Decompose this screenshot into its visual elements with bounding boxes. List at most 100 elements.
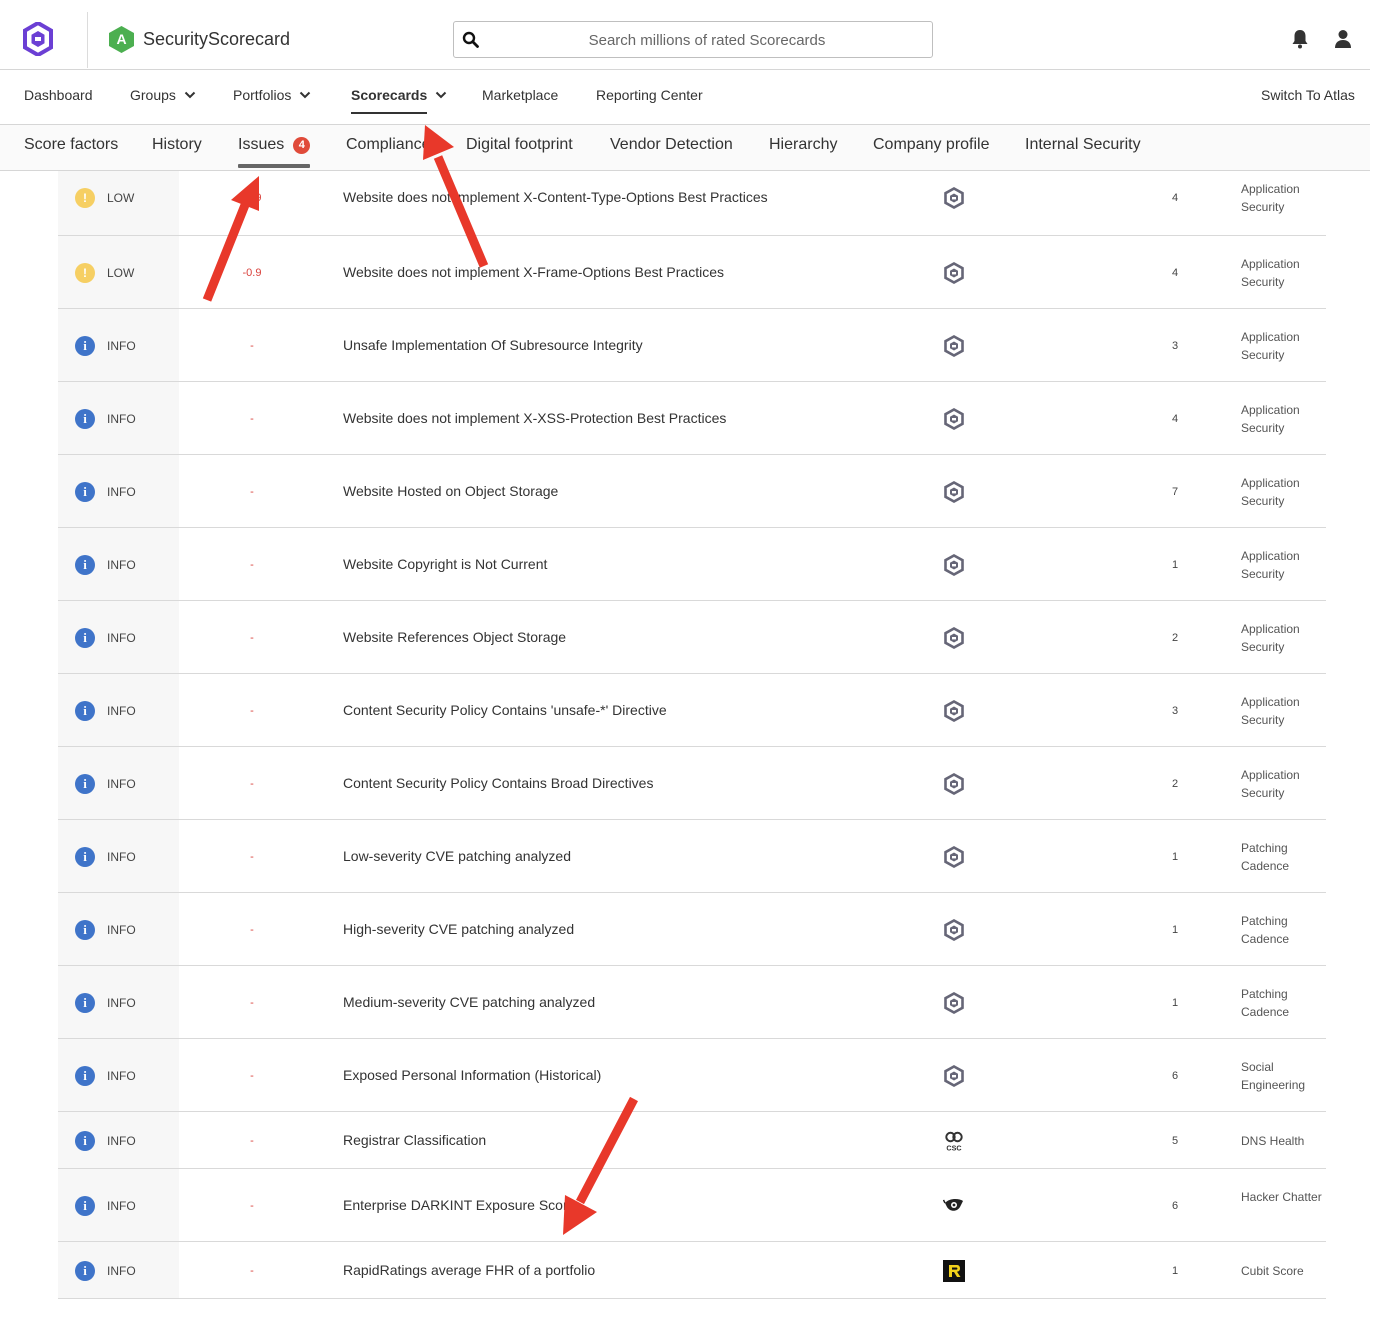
factor-name: Patching Cadence [1241,987,1290,1019]
severity-label: INFO [107,850,136,864]
factor-name: Application Security [1241,695,1300,727]
securityscorecard-logo-icon[interactable] [22,22,54,56]
tab-history[interactable]: History [152,136,202,154]
factor-name: Application Security [1241,182,1300,214]
table-row[interactable]: i INFO - Content Security Policy Contains '… [58,674,1326,747]
issue-title-link[interactable]: Website Copyright is Not Current [343,556,547,572]
issue-title-link[interactable]: Website does not implement X-Content-Typ… [343,189,768,205]
tab-issues-label: Issues [238,136,285,153]
tab-vendor-detection-label: Vendor Detection [610,136,733,153]
ssc-hex-icon [943,481,965,503]
nav-active-underline [351,112,427,114]
nav-reporting-center[interactable]: Reporting Center [596,87,703,103]
user-icon[interactable] [1333,29,1353,49]
table-row[interactable]: i INFO - Website References Object Storage 2… [58,601,1326,674]
nav-scorecards[interactable]: Scorecards [351,87,447,103]
tab-hierarchy-label: Hierarchy [769,136,838,153]
issue-title-link[interactable]: Website References Object Storage [343,629,566,645]
table-row[interactable]: ! LOW -0.9 Website does not implement X-Fra… [58,236,1326,309]
issue-title-link[interactable]: Enterprise DARKINT Exposure Score [343,1197,575,1213]
info-icon: i [75,1066,95,1086]
tab-compliance[interactable]: Compliance [346,136,430,154]
tab-issues[interactable]: Issues 4 [238,136,311,154]
table-row[interactable]: ! LOW -0.9 Website does not implement X-Con… [58,171,1326,236]
factor-name: Hacker Chatter [1241,1190,1322,1204]
search-box[interactable] [453,21,933,58]
severity-cell: i INFO [58,309,179,381]
nav-reporting-center-label: Reporting Center [596,87,703,103]
nav-dashboard[interactable]: Dashboard [24,87,93,103]
nav-groups-label: Groups [130,87,176,103]
nav-marketplace[interactable]: Marketplace [482,87,558,103]
issue-title-link[interactable]: High-severity CVE patching analyzed [343,921,574,937]
table-row[interactable]: i INFO - Unsafe Implementation Of Subresour… [58,309,1326,382]
table-row[interactable]: i INFO - Low-severity CVE patching analyzed… [58,820,1326,893]
finding-count: 2 [1171,778,1179,790]
info-icon: i [75,409,95,429]
nav-portfolios-label: Portfolios [233,87,292,103]
score-impact: - [250,705,254,717]
tab-internal-security[interactable]: Internal Security [1025,136,1141,154]
severity-label: INFO [107,631,136,645]
score-impact: - [250,559,254,571]
darkint-eye-icon [942,1195,965,1217]
nav-portfolios[interactable]: Portfolios [233,87,311,103]
issue-title-link[interactable]: Content Security Policy Contains Broad D… [343,775,653,791]
info-icon: i [75,920,95,940]
issues-table: ! LOW -0.9 Website does not implement X-Con… [58,171,1326,1299]
csc-icon: CSC [943,1130,965,1152]
tab-vendor-detection[interactable]: Vendor Detection [610,136,733,154]
switch-to-atlas-label: Switch To Atlas [1261,87,1355,103]
table-row[interactable]: i INFO - Exposed Personal Information (Hist… [58,1039,1326,1112]
score-impact: - [250,1070,254,1082]
issue-title-link[interactable]: Website does not implement X-XSS-Protect… [343,410,726,426]
issue-title-link[interactable]: Low-severity CVE patching analyzed [343,848,571,864]
table-row[interactable]: i INFO - Website Copyright is Not Current 1 A… [58,528,1326,601]
table-row[interactable]: i INFO - Content Security Policy Contains B… [58,747,1326,820]
table-row[interactable]: i INFO - RapidRatings average FHR of a port… [58,1242,1326,1299]
score-impact: - [250,924,254,936]
table-row[interactable]: i INFO - Enterprise DARKINT Exposure Score 6… [58,1169,1326,1242]
issue-title-link[interactable]: Website Hosted on Object Storage [343,483,558,499]
table-row[interactable]: i INFO - Registrar Classification CSC 5 DNS He… [58,1112,1326,1169]
finding-count: 1 [1171,1265,1179,1277]
search-icon [462,31,479,48]
tab-company-profile[interactable]: Company profile [873,136,990,154]
tab-company-profile-label: Company profile [873,136,990,153]
table-row[interactable]: i INFO - Website Hosted on Object Storage 7 A… [58,455,1326,528]
issue-title-link[interactable]: Unsafe Implementation Of Subresource Int… [343,337,643,353]
factor-name: Application Security [1241,476,1300,508]
table-row[interactable]: i INFO - Medium-severity CVE patching analy… [58,966,1326,1039]
score-impact: -0.9 [242,192,262,204]
chevron-down-icon [436,91,447,99]
table-row[interactable]: i INFO - Website does not implement X-XSS-P… [58,382,1326,455]
ssc-hex-icon [943,992,965,1014]
company-identity[interactable]: A SecurityScorecard [108,25,290,54]
rapidratings-icon [943,1260,965,1282]
finding-count: 1 [1171,559,1179,571]
finding-count: 7 [1171,486,1179,498]
chevron-down-icon [184,91,196,99]
bell-icon[interactable] [1290,28,1310,50]
finding-count: 3 [1171,705,1179,717]
issue-title-link[interactable]: Exposed Personal Information (Historical… [343,1067,601,1083]
issue-title-link[interactable]: Registrar Classification [343,1132,486,1148]
issue-title-link[interactable]: Medium-severity CVE patching analyzed [343,994,595,1010]
ssc-hex-icon [943,700,965,722]
main-nav: Dashboard Groups Portfolios Scorecards M… [0,70,1370,125]
table-row[interactable]: i INFO - High-severity CVE patching analyze… [58,893,1326,966]
issue-title-link[interactable]: Website does not implement X-Frame-Optio… [343,264,724,280]
ssc-hex-icon [943,1065,965,1087]
info-icon: i [75,336,95,356]
search-input[interactable] [490,26,924,54]
tab-digital-footprint[interactable]: Digital footprint [466,136,573,154]
issue-title-link[interactable]: RapidRatings average FHR of a portfolio [343,1262,595,1278]
nav-groups[interactable]: Groups [130,87,196,103]
nav-marketplace-label: Marketplace [482,87,559,103]
tab-hierarchy[interactable]: Hierarchy [769,136,837,154]
switch-to-atlas-link[interactable]: Switch To Atlas [1261,87,1355,103]
severity-cell: i INFO [58,820,179,892]
info-icon: i [75,1196,95,1216]
tab-score-factors[interactable]: Score factors [24,136,118,154]
issue-title-link[interactable]: Content Security Policy Contains 'unsafe… [343,702,667,718]
